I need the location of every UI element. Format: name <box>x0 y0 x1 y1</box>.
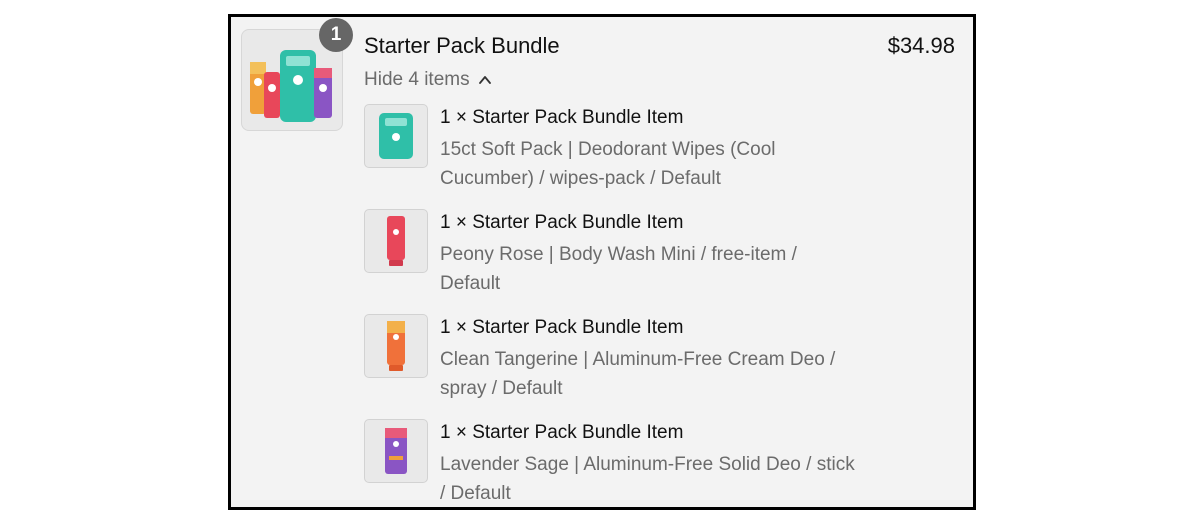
item-product-image <box>364 104 428 168</box>
body-wash-illustration <box>387 216 405 266</box>
item-title: 1 × Starter Pack Bundle Item <box>440 107 684 128</box>
item-title: 1 × Starter Pack Bundle Item <box>440 422 684 443</box>
bundle-price: $34.98 <box>887 33 955 58</box>
bundle-items-list: 1 × Starter Pack Bundle Item 15ct Soft P… <box>364 104 924 524</box>
cream-deo-illustration <box>387 321 405 371</box>
item-description: Clean Tangerine | Aluminum-Free Cream De… <box>440 349 836 399</box>
quantity-badge: 1 <box>319 18 353 52</box>
list-item: 1 × Starter Pack Bundle Item 15ct Soft P… <box>364 104 924 209</box>
solid-deo-illustration <box>385 428 407 474</box>
order-summary-line-item: 1 Starter Pack Bundle $34.98 Hide 4 item… <box>228 14 976 510</box>
item-description: Lavender Sage | Aluminum-Free Solid Deo … <box>440 454 855 504</box>
chevron-up-icon <box>478 76 491 84</box>
item-title: 1 × Starter Pack Bundle Item <box>440 317 684 338</box>
list-item: 1 × Starter Pack Bundle Item Clean Tange… <box>364 314 924 419</box>
wipes-pack-illustration <box>379 113 413 159</box>
item-product-image <box>364 314 428 378</box>
hide-items-toggle[interactable]: Hide 4 items <box>364 69 492 91</box>
bundle-title: Starter Pack Bundle <box>364 33 560 58</box>
list-item: 1 × Starter Pack Bundle Item Lavender Sa… <box>364 419 924 524</box>
item-product-image <box>364 419 428 483</box>
item-title: 1 × Starter Pack Bundle Item <box>440 212 684 233</box>
item-product-image <box>364 209 428 273</box>
item-description: 15ct Soft Pack | Deodorant Wipes (Cool C… <box>440 139 776 189</box>
item-description: Peony Rose | Body Wash Mini / free-item … <box>440 244 797 294</box>
list-item: 1 × Starter Pack Bundle Item Peony Rose … <box>364 209 924 314</box>
toggle-label: Hide 4 items <box>364 69 470 90</box>
